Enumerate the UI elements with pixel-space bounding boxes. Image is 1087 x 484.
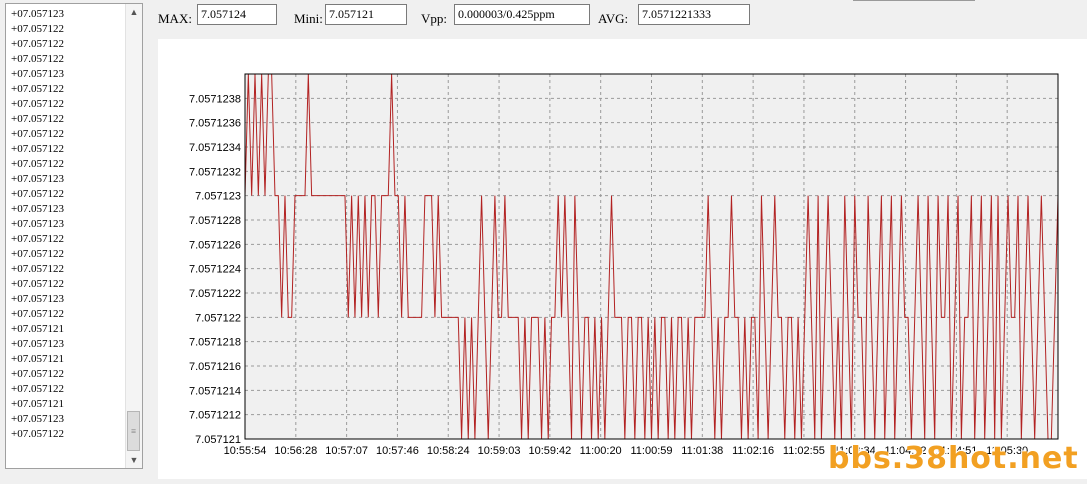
max-field[interactable]: 7.057124 <box>197 4 277 25</box>
y-tick-label: 7.0571224 <box>189 264 241 276</box>
reading-item[interactable]: +07.057122 <box>11 127 122 142</box>
x-tick-label: 10:58:24 <box>427 445 470 457</box>
reading-item[interactable]: +07.057122 <box>11 382 122 397</box>
reading-item[interactable]: +07.057122 <box>11 157 122 172</box>
reading-item[interactable]: +07.057123 <box>11 337 122 352</box>
x-tick-label: 11:00:59 <box>630 445 672 457</box>
y-tick-label: 7.0571222 <box>189 288 241 300</box>
reading-item[interactable]: +07.057123 <box>11 202 122 217</box>
y-tick-label: 7.0571216 <box>189 361 241 373</box>
frequency-chart: 7.0571217.05712127.05712147.05712167.057… <box>189 73 1059 457</box>
y-tick-label: 7.057122 <box>195 312 241 324</box>
mini-field[interactable]: 7.057121 <box>325 4 407 25</box>
x-tick-label: 11:03:34 <box>834 445 876 457</box>
vpp-field[interactable]: 0.000003/0.425ppm <box>454 4 590 25</box>
vpp-label: Vpp: <box>421 11 447 26</box>
y-tick-label: 7.0571234 <box>189 142 241 154</box>
x-tick-label: 11:04:12 <box>885 445 927 457</box>
reading-item[interactable]: +07.057121 <box>11 397 122 412</box>
top-divider <box>853 0 975 1</box>
x-tick-label: 11:00:20 <box>580 445 622 457</box>
reading-item[interactable]: +07.057123 <box>11 172 122 187</box>
scroll-down-arrow-icon[interactable]: ▼ <box>126 452 142 468</box>
reading-item[interactable]: +07.057123 <box>11 217 122 232</box>
x-tick-label: 10:56:28 <box>274 445 317 457</box>
y-tick-label: 7.0571212 <box>189 410 241 422</box>
x-tick-label: 11:02:16 <box>732 445 774 457</box>
reading-item[interactable]: +07.057122 <box>11 22 122 37</box>
avg-field[interactable]: 7.0571221333 <box>638 4 750 25</box>
y-tick-label: 7.0571226 <box>189 239 241 251</box>
reading-item[interactable]: +07.057122 <box>11 97 122 112</box>
reading-item[interactable]: +07.057121 <box>11 322 122 337</box>
scroll-thumb[interactable]: ≡ <box>127 411 140 451</box>
reading-item[interactable]: +07.057123 <box>11 67 122 82</box>
readings-list[interactable]: +07.057123 +07.057122 +07.057122 +07.057122… <box>5 3 143 469</box>
y-tick-label: 7.057123 <box>195 191 241 203</box>
reading-item[interactable]: +07.057122 <box>11 232 122 247</box>
reading-item[interactable]: +07.057122 <box>11 367 122 382</box>
reading-item[interactable]: +07.057122 <box>11 112 122 127</box>
reading-item[interactable]: +07.057122 <box>11 247 122 262</box>
mini-label: Mini: <box>294 11 323 26</box>
scroll-up-arrow-icon[interactable]: ▲ <box>126 4 142 20</box>
x-tick-label: 11:05:30 <box>986 445 1028 457</box>
x-tick-label: 11:04:51 <box>935 445 977 457</box>
reading-item[interactable]: +07.057123 <box>11 292 122 307</box>
y-tick-label: 7.0571232 <box>189 166 241 178</box>
reading-item[interactable]: +07.057122 <box>11 187 122 202</box>
y-tick-label: 7.0571228 <box>189 215 241 227</box>
readings-list-items: +07.057123 +07.057122 +07.057122 +07.057122… <box>11 7 122 442</box>
y-tick-label: 7.0571218 <box>189 337 241 349</box>
x-tick-label: 10:57:07 <box>325 445 368 457</box>
x-tick-label: 10:57:46 <box>376 445 419 457</box>
reading-item[interactable]: +07.057122 <box>11 37 122 52</box>
x-tick-label: 11:01:38 <box>681 445 723 457</box>
x-tick-label: 11:02:55 <box>783 445 825 457</box>
max-label: MAX: <box>158 11 192 26</box>
chart-panel: 7.057121 7.0571212 7.0571214 7.0571216 7.057… <box>158 39 1087 479</box>
reading-item[interactable]: +07.057123 <box>11 412 122 427</box>
reading-item[interactable]: +07.057122 <box>11 427 122 442</box>
reading-item[interactable]: +07.057122 <box>11 277 122 292</box>
reading-item[interactable]: +07.057121 <box>11 352 122 367</box>
reading-item[interactable]: +07.057122 <box>11 142 122 157</box>
y-tick-label: 7.0571214 <box>189 385 241 397</box>
list-scrollbar[interactable]: ▲ ≡ ▼ <box>125 4 142 468</box>
reading-item[interactable]: +07.057123 <box>11 7 122 22</box>
y-tick-label: 7.0571236 <box>189 118 241 130</box>
reading-item[interactable]: +07.057122 <box>11 307 122 322</box>
reading-item[interactable]: +07.057122 <box>11 82 122 97</box>
reading-item[interactable]: +07.057122 <box>11 262 122 277</box>
x-tick-label: 10:55:54 <box>224 445 267 457</box>
x-tick-label: 10:59:03 <box>478 445 521 457</box>
reading-item[interactable]: +07.057122 <box>11 52 122 67</box>
x-tick-label: 10:59:42 <box>528 445 571 457</box>
avg-label: AVG: <box>598 11 629 26</box>
y-tick-label: 7.0571238 <box>189 93 241 105</box>
